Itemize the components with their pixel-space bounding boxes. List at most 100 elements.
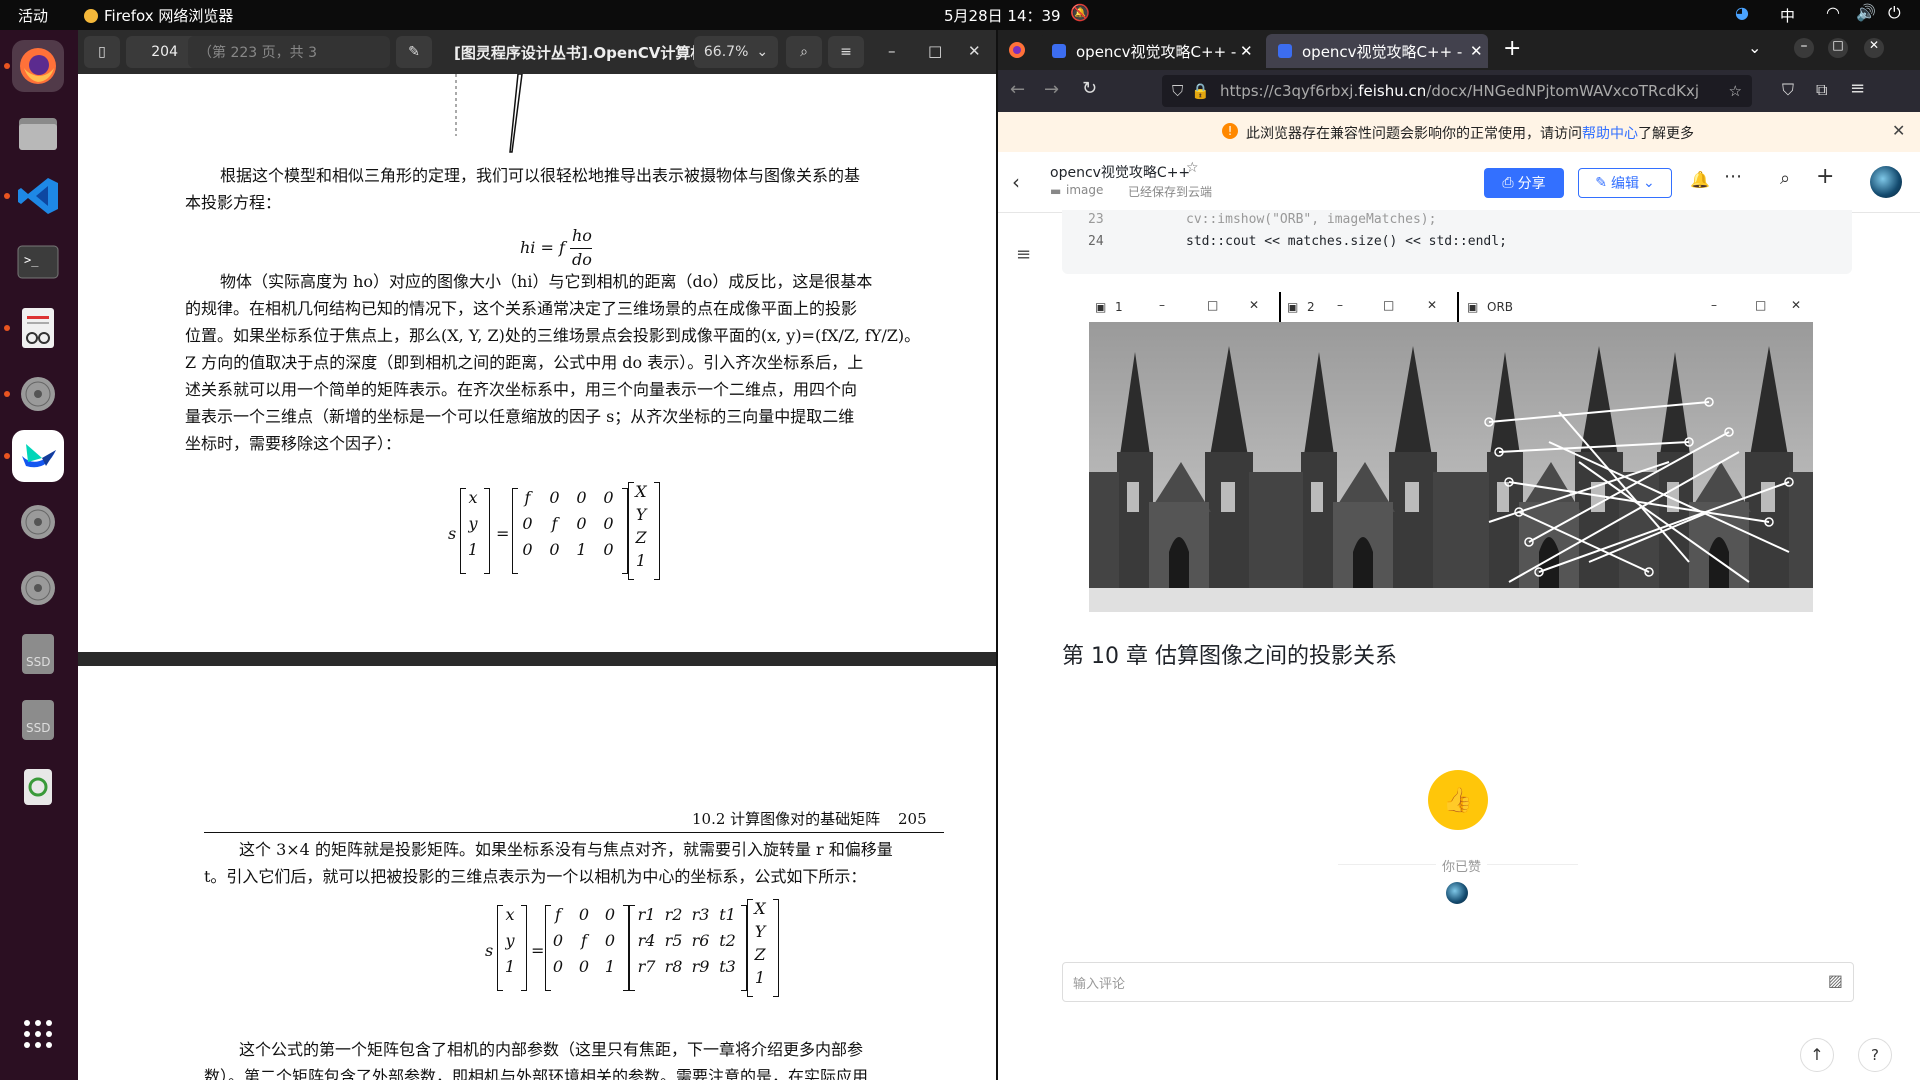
text-line: 这个 3×4 的矩阵就是投影矩阵。如果坐标系没有与焦点对齐，就需要引入旋转量 r… [239, 840, 893, 859]
maximize-button[interactable]: □ [1828, 38, 1848, 58]
tab-feishu-1[interactable]: opencv视觉攻略C++ - 飞书 ✕ [1040, 34, 1258, 68]
like-button[interactable]: 👍 [1428, 770, 1488, 830]
matrix-cell: 0 [603, 514, 614, 533]
add-icon[interactable]: + [1816, 164, 1834, 189]
dock-ssd-2[interactable]: SSD [12, 694, 64, 746]
dock-firefox[interactable] [12, 40, 64, 92]
help-button[interactable]: ? [1858, 1038, 1892, 1072]
new-tab-button[interactable]: + [1503, 36, 1521, 61]
share-button[interactable]: ⎙ 分享 [1484, 168, 1564, 198]
more-icon[interactable]: ⋯ [1724, 166, 1742, 187]
clock[interactable]: 5月28日 14：39 [944, 5, 1061, 26]
dock-app-grid[interactable] [12, 1008, 64, 1060]
dock-disc-2[interactable] [12, 496, 64, 548]
avatar[interactable] [1870, 166, 1902, 198]
matrix-cell: 1 [604, 957, 616, 976]
header-rule [204, 832, 944, 833]
text-line: 量表示一个三维点（新增的坐标是一个可以任意缩放的因子 s；从齐次坐标的三向量中提… [185, 407, 855, 426]
edit-button[interactable]: ✎ 编辑 ⌄ [1578, 168, 1672, 198]
close-tab-icon[interactable]: ✕ [1470, 42, 1483, 60]
bookmark-star-icon[interactable]: ☆ [1729, 82, 1742, 100]
outline-icon[interactable]: ≡ [1016, 244, 1031, 265]
list-tabs-button[interactable]: ⌄ [1748, 38, 1761, 57]
sidebar-toggle-button[interactable]: ▯ [84, 36, 120, 68]
menu-button[interactable]: ≡ [828, 36, 864, 68]
firefox-view-icon[interactable] [1008, 41, 1026, 59]
matrix-cell: Z [754, 945, 766, 964]
pdf-viewer-window: ▯ 204 （第 223 页，共 3 ✎ [图灵程序设计丛书].OpenCV计算… [78, 30, 996, 1080]
liker-avatar[interactable] [1446, 882, 1468, 904]
matrix-cell: Z [635, 528, 647, 547]
close-banner-icon[interactable]: ✕ [1892, 121, 1905, 140]
tab-feishu-2[interactable]: opencv视觉攻略C++ - 飞书 ✕ [1266, 34, 1488, 68]
paragraph: 这个 3×4 的矩阵就是投影矩阵。如果坐标系没有与焦点对齐，就需要引入旋转量 r… [204, 836, 954, 890]
dock-disc-1[interactable] [12, 368, 64, 420]
paragraph: 物体（实际高度为 ho）对应的图像大小（hi）与它到相机的距离（do）成反比，这… [185, 268, 965, 457]
search-button[interactable]: ⌕ [786, 36, 822, 68]
matrix-cell: f [555, 905, 561, 924]
matrix-cell: r5 [664, 931, 683, 950]
volume-icon[interactable]: 🔊 [1856, 3, 1876, 22]
page-number-value: 204 [151, 44, 178, 60]
back-arrow-icon[interactable]: ‹ [1012, 170, 1020, 194]
annotate-button[interactable]: ✎ [396, 36, 432, 68]
doc-folder[interactable]: image [1066, 183, 1103, 197]
matrix-cell: 1 [467, 540, 479, 559]
extensions-icon[interactable]: ⧉ [1816, 80, 1827, 100]
close-button[interactable]: ✕ [968, 42, 981, 60]
matrix-cell: 0 [552, 957, 564, 976]
feishu-doc-icon [1278, 44, 1292, 58]
zoom-select[interactable]: 66.7% ⌄ [694, 36, 778, 68]
image-upload-icon[interactable]: ▨ [1828, 971, 1843, 990]
bell-icon[interactable]: 🔔 [1690, 170, 1710, 189]
doc-title[interactable]: opencv视觉攻略C++ [1050, 162, 1190, 182]
minimize-button[interactable]: – [1794, 38, 1814, 58]
dock-terminal[interactable]: >_ [12, 236, 64, 288]
matrix-cell: 1 [754, 968, 766, 987]
app-menu[interactable]: Firefox 网络浏览器 [84, 5, 233, 26]
scroll-to-top-button[interactable]: ↑ [1800, 1038, 1834, 1072]
disc-icon [21, 505, 55, 539]
pocket-icon[interactable]: ⛉ [1782, 80, 1794, 100]
dock-files[interactable] [12, 106, 64, 158]
document-viewer-icon [22, 308, 54, 348]
activities-button[interactable]: 活动 [18, 5, 48, 26]
comment-input[interactable]: 输入评论 ▨ [1062, 962, 1854, 1002]
search-icon[interactable]: ⌕ [1780, 168, 1790, 189]
close-tab-icon[interactable]: ✕ [1240, 42, 1253, 60]
compatibility-banner: ! 此浏览器存在兼容性问题会影响你的正常使用，请访问帮助中心了解更多 ✕ [998, 112, 1920, 152]
window-icon: ▣ [1287, 300, 1299, 314]
dock-disc-3[interactable] [12, 562, 64, 614]
matrix-cell: r1 [637, 905, 656, 924]
ssd-icon: SSD [22, 700, 54, 740]
page-info: （第 223 页，共 3 [188, 36, 390, 68]
url-bar[interactable]: ⛉ 🔒 https://c3qyf6rbxj.feishu.cn/docx/HN… [1162, 75, 1752, 107]
help-center-link[interactable]: 帮助中心 [1582, 126, 1638, 142]
dock-ssd-1[interactable]: SSD [12, 628, 64, 680]
dock-feishu[interactable] [12, 430, 64, 482]
reload-button[interactable]: ↻ [1082, 78, 1097, 99]
dock-vscode[interactable] [12, 170, 64, 222]
close-button[interactable]: ✕ [1864, 38, 1884, 58]
matrix-cell: 0 [576, 488, 587, 507]
trash-icon [24, 769, 52, 805]
minimize-button[interactable]: – [888, 42, 896, 60]
forward-button[interactable]: → [1044, 79, 1059, 100]
back-button[interactable]: ← [1010, 79, 1025, 100]
matrix-cell: r8 [664, 957, 683, 976]
matrix-cell: 0 [604, 905, 616, 924]
wifi-icon[interactable]: ◠ [1826, 3, 1840, 22]
app-menu-icon[interactable]: ≡ [1850, 78, 1865, 99]
color-icon[interactable]: ◕ [1735, 3, 1749, 22]
matrix-cell: y [505, 931, 515, 950]
dock-trash[interactable] [12, 760, 64, 812]
favorite-star-icon[interactable]: ☆ [1186, 160, 1199, 176]
input-method[interactable]: 中 [1780, 5, 1795, 26]
embedded-image[interactable]: ▣ 1 – □ ✕ ▣ 2 – □ ✕ ▣ ORB – □ ✕ [1089, 292, 1813, 612]
text-line: 述关系就可以用一个简单的矩阵表示。在齐次坐标系中，用三个向量表示一个二维点，用四… [185, 380, 858, 399]
maximize-button[interactable]: □ [928, 42, 942, 60]
matrix-cell: 0 [578, 957, 590, 976]
dock-document-viewer[interactable] [12, 302, 64, 354]
power-icon[interactable]: ⏻ [1888, 3, 1901, 23]
matrix-cell: 1 [576, 540, 587, 559]
